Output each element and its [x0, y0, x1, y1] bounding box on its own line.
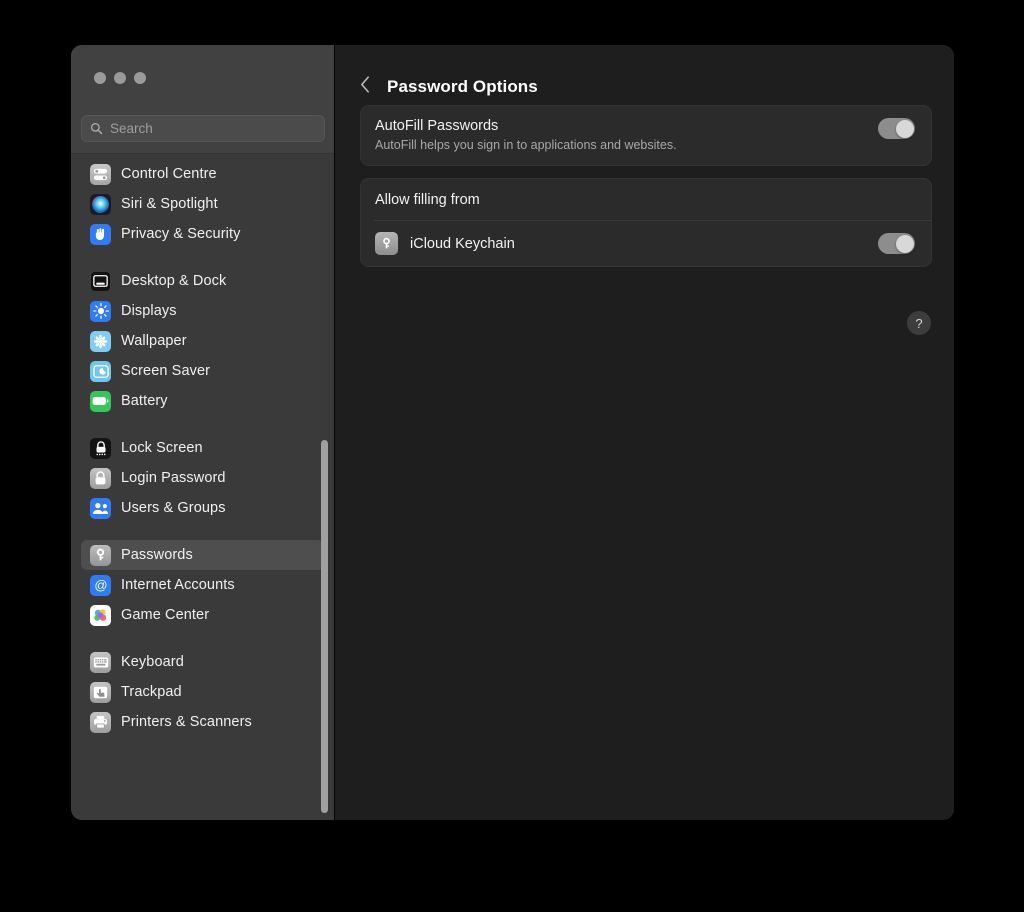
keyboard-icon: [90, 651, 111, 673]
printers-scanners-icon: [90, 711, 111, 733]
sidebar-item-lock-screen[interactable]: Lock Screen: [81, 433, 324, 463]
toggle-knob: [895, 119, 914, 138]
sidebar-list: Control Centre Siri & Spotlight Privacy & …: [71, 155, 335, 820]
icloud-keychain-row: iCloud Keychain: [361, 221, 931, 266]
sidebar-item-label: Internet Accounts: [121, 577, 235, 593]
sidebar-group-separator: [71, 249, 335, 266]
sidebar-item-label: Screen Saver: [121, 363, 211, 379]
content-header: Password Options: [335, 45, 954, 105]
sidebar-item-control-centre[interactable]: Control Centre: [81, 159, 324, 189]
login-password-icon: [90, 467, 111, 489]
sidebar-item-label: Desktop & Dock: [121, 273, 227, 289]
sidebar-item-wallpaper[interactable]: Wallpaper: [81, 326, 324, 356]
screen-saver-icon: [90, 360, 111, 382]
sidebar-item-label: Login Password: [121, 470, 226, 486]
sidebar-item-keyboard[interactable]: Keyboard: [81, 647, 324, 677]
minimize-button[interactable]: [114, 72, 126, 84]
autofill-row: AutoFill Passwords AutoFill helps you si…: [361, 106, 931, 165]
allow-filling-title: Allow filling from: [375, 192, 480, 208]
autofill-card: AutoFill Passwords AutoFill helps you si…: [360, 105, 932, 166]
sidebar-item-siri-spotlight[interactable]: Siri & Spotlight: [81, 189, 324, 219]
sidebar-item-printers-scanners[interactable]: Printers & Scanners: [81, 707, 324, 737]
window-traffic-lights: [94, 72, 146, 84]
zoom-button[interactable]: [134, 72, 146, 84]
privacy-security-icon: [90, 223, 111, 245]
sidebar-item-passwords[interactable]: Passwords: [81, 540, 324, 570]
svg-text:@: @: [94, 577, 107, 592]
displays-icon: [90, 300, 111, 322]
sidebar-item-label: Printers & Scanners: [121, 714, 252, 730]
sidebar-scrollbar[interactable]: [321, 440, 328, 813]
sidebar-item-trackpad[interactable]: Trackpad: [81, 677, 324, 707]
sidebar-group-separator: [71, 523, 335, 540]
sidebar-item-label: Privacy & Security: [121, 226, 241, 242]
search-input[interactable]: [110, 121, 310, 136]
sidebar-item-label: Passwords: [121, 547, 193, 563]
sidebar-item-internet-accounts[interactable]: @ Internet Accounts: [81, 570, 324, 600]
sidebar-item-users-groups[interactable]: Users & Groups: [81, 493, 324, 523]
sidebar-item-displays[interactable]: Displays: [81, 296, 324, 326]
icloud-keychain-toggle[interactable]: [878, 233, 915, 254]
passwords-icon: [90, 544, 111, 566]
sidebar-item-label: Displays: [121, 303, 177, 319]
close-button[interactable]: [94, 72, 106, 84]
internet-accounts-icon: @: [90, 574, 111, 596]
autofill-title: AutoFill Passwords: [375, 118, 499, 134]
desktop-dock-icon: [90, 270, 111, 292]
sidebar-item-battery[interactable]: Battery: [81, 386, 324, 416]
sidebar-item-login-password[interactable]: Login Password: [81, 463, 324, 493]
control-centre-icon: [90, 163, 111, 185]
chevron-left-icon: [360, 75, 371, 99]
help-button[interactable]: ?: [907, 311, 931, 335]
sidebar-item-label: Control Centre: [121, 166, 217, 182]
search-box[interactable]: [81, 115, 325, 142]
autofill-subtitle: AutoFill helps you sign in to applicatio…: [375, 138, 677, 152]
sidebar-item-game-center[interactable]: Game Center: [81, 600, 324, 630]
icloud-keychain-label: iCloud Keychain: [410, 235, 515, 252]
sidebar: Control Centre Siri & Spotlight Privacy & …: [71, 45, 335, 820]
sidebar-item-privacy-security[interactable]: Privacy & Security: [81, 219, 324, 249]
users-groups-icon: [90, 497, 111, 519]
sidebar-item-desktop-dock[interactable]: Desktop & Dock: [81, 266, 324, 296]
wallpaper-icon: [90, 330, 111, 352]
back-button[interactable]: [357, 75, 373, 99]
keychain-left: iCloud Keychain: [375, 232, 515, 255]
content-panel: Password Options AutoFill Passwords Auto…: [335, 45, 954, 820]
search-icon: [90, 122, 103, 135]
lock-screen-icon: [90, 437, 111, 459]
sidebar-group-separator: [71, 416, 335, 433]
key-icon: [375, 232, 398, 255]
sidebar-item-label: Wallpaper: [121, 333, 187, 349]
autofill-passwords-toggle[interactable]: [878, 118, 915, 139]
sidebar-item-label: Siri & Spotlight: [121, 196, 218, 212]
sidebar-group-separator: [71, 630, 335, 647]
sidebar-item-label: Lock Screen: [121, 440, 203, 456]
trackpad-icon: [90, 681, 111, 703]
sidebar-item-screen-saver[interactable]: Screen Saver: [81, 356, 324, 386]
search-field[interactable]: [81, 115, 325, 142]
sidebar-item-label: Keyboard: [121, 654, 184, 670]
autofill-texts: AutoFill Passwords AutoFill helps you si…: [375, 118, 677, 152]
sidebar-item-label: Game Center: [121, 607, 210, 623]
settings-window: Control Centre Siri & Spotlight Privacy & …: [71, 45, 954, 820]
sidebar-item-label: Battery: [121, 393, 168, 409]
game-center-icon: [90, 604, 111, 626]
toggle-knob: [895, 234, 914, 253]
siri-icon: [90, 193, 111, 215]
page-title: Password Options: [387, 76, 538, 96]
sidebar-item-label: Users & Groups: [121, 500, 226, 516]
sidebar-item-label: Trackpad: [121, 684, 182, 700]
allow-filling-card: Allow filling from iCloud Keychain: [360, 178, 932, 267]
battery-icon: [90, 390, 111, 412]
